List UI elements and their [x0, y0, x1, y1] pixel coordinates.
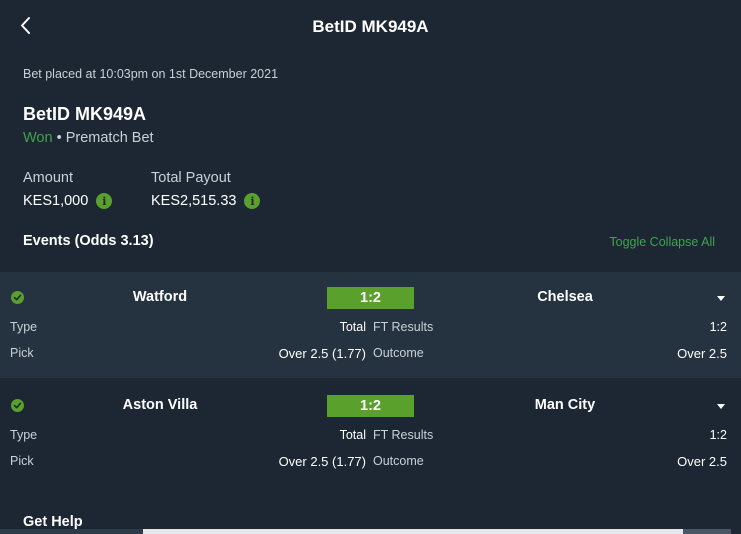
away-team: Man City [534, 397, 596, 413]
pick-label: Pick [10, 346, 34, 360]
market-value: 1:2 [709, 428, 727, 442]
type-label: Type [10, 320, 38, 334]
bet-status-line: Won • Prematch Bet [23, 130, 154, 146]
payout-value: KES2,515.33 [151, 193, 237, 209]
amount-block: Amount KES1,000 i [23, 170, 113, 209]
outcome-value: Over 2.5 [677, 346, 727, 361]
bet-placed-timestamp: Bet placed at 10:03pm on 1st December 20… [23, 67, 279, 81]
outcome-label: Outcome [373, 346, 424, 360]
caret-down-icon[interactable] [717, 404, 725, 409]
get-help-link[interactable]: Get Help [23, 514, 83, 530]
payout-value-row: KES2,515.33 i [151, 193, 261, 209]
market-label: FT Results [373, 320, 434, 334]
events-title: Events (Odds 3.13) [23, 233, 154, 249]
header-bar: BetID MK949A [0, 0, 741, 56]
home-team: Watford [132, 289, 188, 305]
status-won: Won [23, 130, 53, 146]
scrollbar-track [0, 529, 143, 534]
status-separator: • [56, 130, 62, 146]
check-circle-icon [11, 399, 24, 412]
type-value: Total [339, 428, 366, 442]
amount-info-icon[interactable]: i [96, 193, 113, 209]
caret-down-icon[interactable] [717, 296, 725, 301]
score-badge: 1:2 [327, 395, 414, 417]
pick-label: Pick [10, 454, 34, 468]
check-circle-icon [11, 291, 24, 304]
away-team: Chelsea [537, 289, 593, 305]
score-badge: 1:2 [327, 287, 414, 309]
market-value: 1:2 [709, 320, 727, 334]
event-card[interactable]: Aston Villa 1:2 Man City Type Total FT R… [0, 380, 741, 486]
bet-type: Prematch Bet [65, 130, 154, 146]
bet-id-heading: BetID MK949A [23, 104, 147, 124]
home-team: Aston Villa [122, 397, 198, 413]
payout-label: Total Payout [151, 170, 231, 186]
type-value: Total [339, 320, 366, 334]
scrollbar-track-end [683, 529, 731, 534]
amount-label: Amount [23, 170, 73, 186]
type-label: Type [10, 428, 38, 442]
toggle-collapse-all-link[interactable]: Toggle Collapse All [609, 235, 715, 249]
event-card[interactable]: Watford 1:2 Chelsea Type Total FT Result… [0, 272, 741, 378]
amount-value: KES1,000 [23, 193, 89, 209]
payout-info-icon[interactable]: i [244, 193, 261, 209]
outcome-value: Over 2.5 [677, 454, 727, 469]
scrollbar-thumb[interactable] [143, 529, 683, 534]
page-title: BetID MK949A [312, 17, 429, 36]
pick-value: Over 2.5 (1.77) [278, 454, 366, 469]
pick-value: Over 2.5 (1.77) [278, 346, 366, 361]
amount-value-row: KES1,000 i [23, 193, 113, 209]
outcome-label: Outcome [373, 454, 424, 468]
payout-block: Total Payout KES2,515.33 i [151, 170, 261, 209]
market-label: FT Results [373, 428, 434, 442]
